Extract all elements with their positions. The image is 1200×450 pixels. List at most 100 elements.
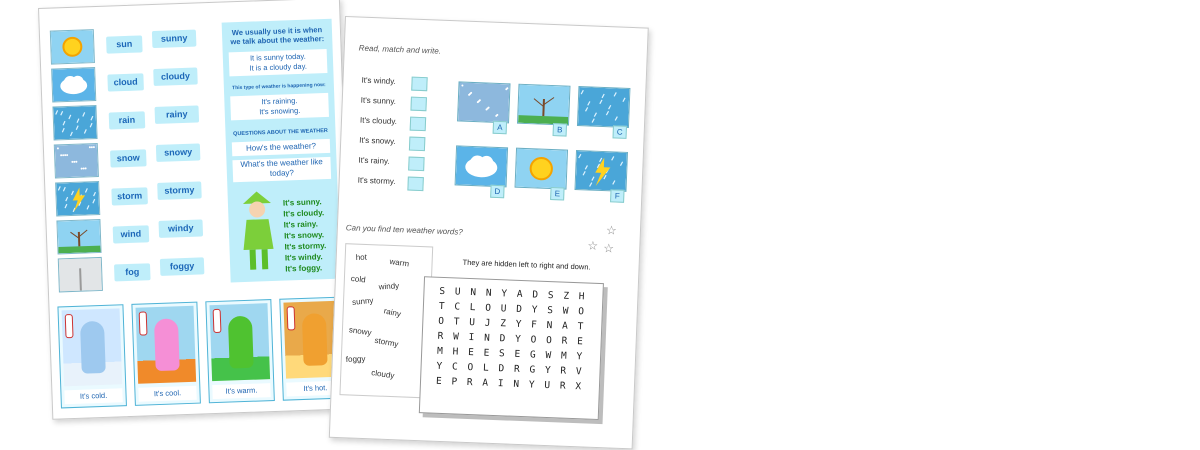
grid-letter[interactable]: Y — [524, 379, 540, 395]
grid-letter[interactable]: E — [509, 349, 525, 365]
weather-adjective-label: stormy — [157, 181, 202, 200]
grid-letter[interactable]: A — [557, 320, 573, 336]
picture-letter: C — [612, 125, 627, 139]
temperature-card: It's cool. — [131, 301, 201, 406]
star-icon: ☆ — [603, 241, 615, 256]
grid-letter[interactable]: W — [540, 350, 556, 366]
weather-answer: It's foggy. — [285, 263, 323, 274]
grid-letter[interactable]: U — [450, 286, 466, 302]
grid-letter[interactable]: R — [462, 377, 478, 393]
grid-letter[interactable]: Y — [510, 319, 526, 335]
grid-letter[interactable]: L — [478, 362, 494, 378]
grid-letter[interactable]: H — [447, 346, 463, 362]
grid-letter[interactable]: W — [557, 305, 573, 321]
snow-picture — [457, 81, 511, 124]
grid-letter[interactable]: I — [493, 378, 509, 394]
grid-letter[interactable]: M — [556, 350, 572, 366]
grid-letter[interactable]: U — [464, 317, 480, 333]
thermometer-icon — [64, 313, 74, 339]
grid-letter[interactable]: S — [494, 348, 510, 364]
grid-letter[interactable]: J — [479, 317, 495, 333]
rain-picture — [576, 86, 631, 128]
grid-letter[interactable]: R — [509, 364, 525, 380]
grid-letter[interactable]: O — [433, 316, 449, 332]
grid-letter[interactable]: O — [462, 362, 478, 378]
grid-letter[interactable]: C — [449, 301, 465, 317]
grid-letter[interactable]: A — [477, 377, 493, 393]
grid-letter[interactable]: O — [573, 306, 589, 322]
grid-letter[interactable]: Y — [496, 288, 512, 304]
panel-examples-1: It is sunny today. It is a cloudy day. — [228, 48, 328, 77]
grid-letter[interactable]: N — [479, 332, 495, 348]
grid-letter[interactable]: S — [434, 286, 450, 302]
grid-letter[interactable]: E — [572, 336, 588, 352]
character-illustration — [135, 305, 197, 384]
grid-letter[interactable]: S — [543, 290, 559, 306]
temperature-caption: It's warm. — [212, 383, 271, 400]
grid-letter[interactable]: O — [541, 335, 557, 351]
answer-box[interactable] — [410, 96, 427, 112]
match-sentence: It's snowy. — [359, 135, 396, 147]
grid-letter[interactable]: R — [555, 365, 571, 381]
grid-letter[interactable]: R — [556, 335, 572, 351]
grid-letter[interactable]: T — [448, 316, 464, 332]
grid-letter[interactable]: N — [481, 287, 497, 303]
grid-letter[interactable]: O — [525, 334, 541, 350]
weather-word: snowy — [348, 325, 373, 338]
character-figure — [301, 313, 328, 366]
grid-letter[interactable]: D — [511, 304, 527, 320]
grid-letter[interactable]: P — [446, 376, 462, 392]
answer-box[interactable] — [411, 76, 428, 92]
storm-icon — [55, 180, 101, 217]
grid-letter[interactable]: D — [494, 333, 510, 349]
grid-letter[interactable]: S — [542, 305, 558, 321]
weather-noun-label: storm — [111, 187, 148, 206]
grid-letter[interactable]: I — [463, 332, 479, 348]
fog-icon — [57, 256, 103, 293]
vocabulary-worksheet: sun sunny cloud cloudy rain rainy snow snowy sto… — [38, 0, 355, 420]
grid-letter[interactable]: E — [478, 347, 494, 363]
grid-letter[interactable]: Y — [571, 351, 587, 367]
weather-word: rainy — [382, 306, 402, 319]
grid-letter[interactable]: F — [526, 319, 542, 335]
grid-letter[interactable]: X — [570, 381, 586, 397]
grid-letter[interactable]: N — [465, 287, 481, 303]
grid-letter[interactable]: G — [524, 364, 540, 380]
grid-letter[interactable]: M — [432, 346, 448, 362]
grid-letter[interactable]: W — [448, 331, 464, 347]
grid-letter[interactable]: Z — [495, 318, 511, 334]
grid-letter[interactable]: Y — [540, 365, 556, 381]
answer-box[interactable] — [407, 176, 424, 192]
grid-letter[interactable]: A — [512, 289, 528, 305]
grid-letter[interactable]: N — [541, 320, 557, 336]
grid-letter[interactable]: E — [463, 347, 479, 363]
grid-letter[interactable]: C — [447, 361, 463, 377]
grid-letter[interactable]: E — [431, 376, 447, 392]
grid-letter[interactable]: R — [432, 331, 448, 347]
grid-letter[interactable]: N — [508, 379, 524, 395]
grid-letter[interactable]: L — [465, 302, 481, 318]
answer-box[interactable] — [408, 136, 426, 152]
grid-letter[interactable]: T — [434, 301, 450, 317]
sentence-list: It's windy. It's sunny. It's cloudy. It's s… — [346, 17, 648, 192]
grid-letter[interactable]: R — [555, 380, 571, 396]
grid-letter[interactable]: U — [496, 303, 512, 319]
grid-letter[interactable]: U — [539, 380, 555, 396]
grid-letter[interactable]: D — [527, 289, 543, 305]
answer-box[interactable] — [409, 116, 427, 132]
answer-box[interactable] — [408, 156, 425, 172]
grid-letter[interactable]: H — [574, 291, 590, 307]
grid-letter[interactable]: Y — [510, 334, 526, 350]
grid-letter[interactable]: Z — [558, 290, 574, 306]
picture-letter: B — [552, 123, 568, 137]
wordsearch-instruction: Can you find ten weather words? — [345, 223, 463, 237]
weather-word: warm — [389, 256, 410, 269]
grid-letter[interactable]: O — [480, 302, 496, 318]
grid-letter[interactable]: Y — [526, 304, 542, 320]
weather-noun-label: snow — [110, 149, 147, 168]
grid-letter[interactable]: G — [525, 349, 541, 365]
grid-letter[interactable]: V — [571, 366, 587, 382]
grid-letter[interactable]: T — [572, 321, 588, 337]
grid-letter[interactable]: Y — [431, 361, 447, 377]
grid-letter[interactable]: D — [493, 363, 509, 379]
